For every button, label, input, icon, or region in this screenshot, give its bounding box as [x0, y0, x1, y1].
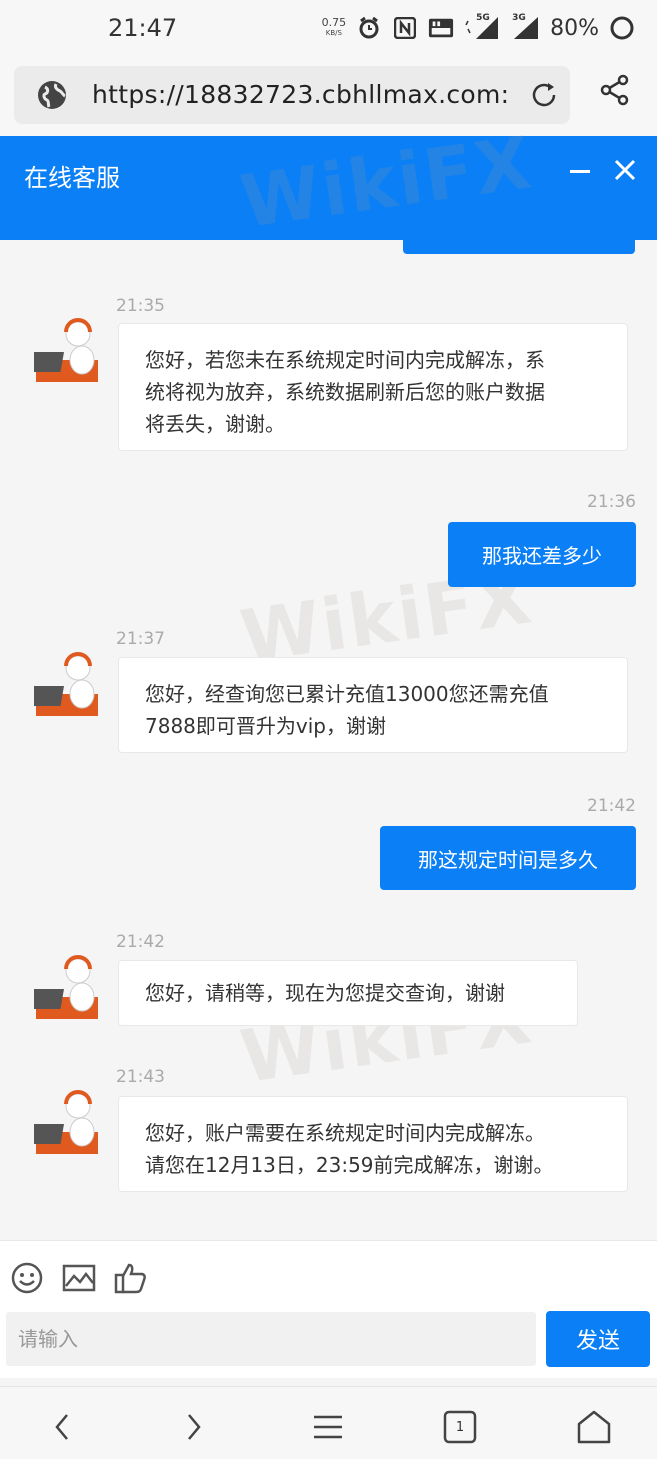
message-line: 7888即可晋升为vip，谢谢: [145, 714, 386, 738]
tab-count: 1: [455, 1419, 465, 1435]
image-icon[interactable]: [62, 1261, 96, 1299]
agent-avatar: [30, 652, 100, 718]
menu-icon[interactable]: [308, 1409, 348, 1445]
battery-icon: [609, 15, 635, 41]
message-time: 21:42: [116, 932, 165, 952]
message-time: 21:36: [587, 492, 636, 512]
network-5g-label: 5G: [476, 13, 490, 23]
user-message: 那这规定时间是多久: [380, 826, 636, 890]
message-line: 您好，若您未在系统规定时间内完成解冻，系: [145, 348, 545, 372]
composer: 发送: [0, 1308, 657, 1378]
browser-toolbar: https://18832723.cbhllmax.com:: [0, 58, 657, 136]
reload-icon[interactable]: [528, 79, 560, 115]
forward-icon[interactable]: [174, 1409, 214, 1445]
message-time: 21:42: [587, 796, 636, 816]
net-speed: 0.75 KB/S: [322, 17, 347, 39]
minimize-icon[interactable]: [569, 160, 591, 186]
message-line: 将丢失，谢谢。: [145, 412, 285, 436]
status-time: 21:47: [108, 14, 178, 42]
message-time: 21:43: [116, 1067, 165, 1087]
message-text: 那这规定时间是多久: [418, 847, 598, 872]
net-speed-unit: KB/S: [325, 29, 342, 37]
nfc-icon: [392, 15, 418, 41]
network-3g-label: 3G: [512, 13, 526, 23]
url-text[interactable]: https://18832723.cbhllmax.com:: [92, 80, 509, 109]
message-text: 那我还差多少: [482, 544, 602, 568]
thumbs-up-icon[interactable]: [114, 1261, 148, 1299]
message-line: 请您在12月13日，23:59前完成解冻，谢谢。: [145, 1153, 554, 1177]
agent-message: 您好，账户需要在系统规定时间内完成解冻。 请您在12月13日，23:59前完成解…: [118, 1096, 628, 1192]
agent-avatar: [30, 1090, 100, 1156]
status-bar: 21:47 0.75 KB/S 5G 3G 80%: [0, 0, 657, 58]
user-message: 那我还差多少: [448, 522, 636, 587]
message-time: 21:35: [116, 296, 165, 316]
agent-message: 您好，经查询您已累计充值13000您还需充值 7888即可晋升为vip，谢谢: [118, 657, 628, 753]
emoji-icon[interactable]: [10, 1261, 44, 1299]
message-input[interactable]: [6, 1312, 536, 1366]
volte-icon: [428, 15, 454, 41]
battery-percent: 80%: [550, 15, 599, 41]
agent-avatar: [30, 318, 100, 384]
share-icon[interactable]: [599, 74, 631, 110]
agent-message: 您好，请稍等，现在为您提交查询，谢谢: [118, 960, 578, 1026]
message-line: 您好，经查询您已累计充值13000您还需充值: [145, 682, 549, 706]
agent-message: 您好，若您未在系统规定时间内完成解冻，系 统将视为放弃，系统数据刷新后您的账户数…: [118, 323, 628, 451]
agent-avatar: [30, 955, 100, 1021]
close-icon[interactable]: [613, 158, 637, 186]
message-line: 您好，请稍等，现在为您提交查询，谢谢: [145, 981, 505, 1005]
chat-title: 在线客服: [24, 164, 120, 192]
composer-toolbar: [0, 1240, 657, 1308]
home-icon[interactable]: [574, 1409, 614, 1445]
back-icon[interactable]: [42, 1409, 82, 1445]
globe-icon: [36, 79, 68, 115]
message-line: 您好，账户需要在系统规定时间内完成解冻。: [145, 1121, 545, 1145]
signal-5g-icon: 5G: [464, 13, 500, 41]
status-icons: 0.75 KB/S 5G 3G 80%: [322, 12, 635, 44]
tabs-icon[interactable]: 1: [440, 1409, 480, 1445]
chat-header: 在线客服: [0, 136, 657, 240]
address-bar[interactable]: https://18832723.cbhllmax.com:: [14, 66, 570, 124]
message-line: 统将视为放弃，系统数据刷新后您的账户数据: [145, 380, 545, 404]
message-time: 21:37: [116, 629, 165, 649]
signal-3g-icon: 3G: [510, 13, 540, 41]
browser-bottom-nav: 1: [0, 1386, 657, 1459]
previous-message-edge: [403, 240, 635, 254]
alarm-icon: [356, 15, 382, 41]
send-button[interactable]: 发送: [546, 1311, 650, 1367]
